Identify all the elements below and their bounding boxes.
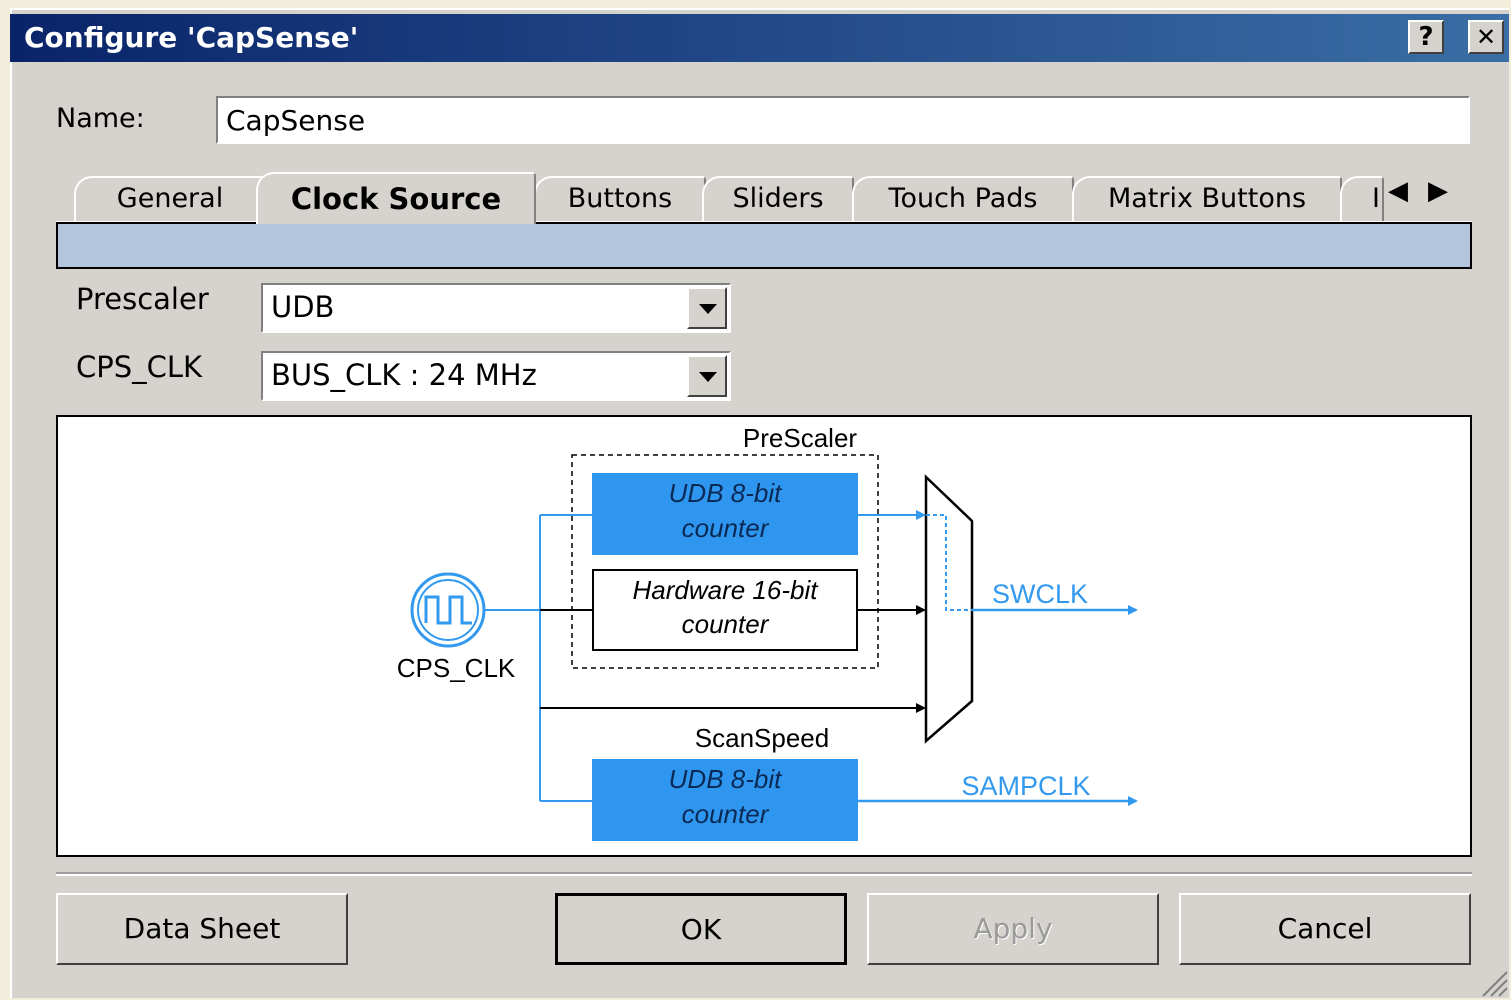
title-bar: Configure 'CapSense' ? ✕ [10, 14, 1509, 62]
window-title: Configure 'CapSense' [24, 21, 359, 54]
udb-counter-2-line2: counter [682, 799, 770, 829]
hardware-counter-line2: counter [682, 609, 770, 639]
tab-buttons[interactable]: Buttons [534, 176, 706, 222]
separator-highlight [56, 874, 1472, 876]
name-input[interactable] [216, 96, 1470, 144]
help-button[interactable]: ? [1408, 20, 1444, 54]
prescaler-value: UDB [271, 290, 335, 324]
chevron-down-icon[interactable] [687, 287, 727, 329]
sampclk-label: SAMPCLK [961, 771, 1090, 801]
tab-sliders[interactable]: Sliders [702, 176, 854, 222]
cps-clk-select[interactable]: BUS_CLK : 24 MHz [261, 351, 731, 401]
prescaler-label: Prescaler [76, 282, 209, 316]
ok-button[interactable]: OK [555, 893, 847, 965]
cancel-button[interactable]: Cancel [1179, 893, 1471, 965]
apply-button[interactable]: Apply [867, 893, 1159, 965]
resize-grip-icon[interactable] [1475, 964, 1509, 998]
tab-clock-source[interactable]: Clock Source [256, 172, 536, 224]
tab-scroll-left-icon[interactable]: ◀ [1388, 176, 1408, 206]
cps-clk-value: BUS_CLK : 24 MHz [271, 358, 537, 392]
tab-general[interactable]: General [74, 176, 266, 222]
clock-source-label: CPS_CLK [397, 653, 516, 683]
prescaler-title: PreScaler [743, 423, 857, 453]
udb-counter-1-line1: UDB 8-bit [669, 478, 783, 508]
chevron-down-icon[interactable] [687, 355, 727, 397]
tab-touch-pads[interactable]: Touch Pads [852, 176, 1074, 222]
data-sheet-button[interactable]: Data Sheet [56, 893, 348, 965]
scanspeed-title: ScanSpeed [695, 723, 829, 753]
name-label: Name: [56, 103, 145, 134]
hardware-counter-line1: Hardware 16-bit [633, 575, 820, 605]
prescaler-select[interactable]: UDB [261, 283, 731, 333]
tab-truncated[interactable]: I [1340, 176, 1384, 222]
tab-matrix-buttons[interactable]: Matrix Buttons [1072, 176, 1342, 222]
clock-source-icon [410, 572, 486, 648]
udb-counter-1-line2: counter [682, 513, 770, 543]
tab-scroll-right-icon[interactable]: ▶ [1428, 176, 1448, 206]
clock-diagram-svg: PreScaler UDB 8-bit counter Hardware 16-… [397, 423, 1138, 841]
clock-diagram: PreScaler UDB 8-bit counter Hardware 16-… [56, 415, 1472, 857]
cps-clk-label: CPS_CLK [76, 350, 203, 384]
udb-counter-2-line1: UDB 8-bit [669, 764, 783, 794]
swclk-label: SWCLK [992, 579, 1088, 609]
close-button[interactable]: ✕ [1468, 20, 1504, 54]
tab-page-header [56, 222, 1472, 269]
